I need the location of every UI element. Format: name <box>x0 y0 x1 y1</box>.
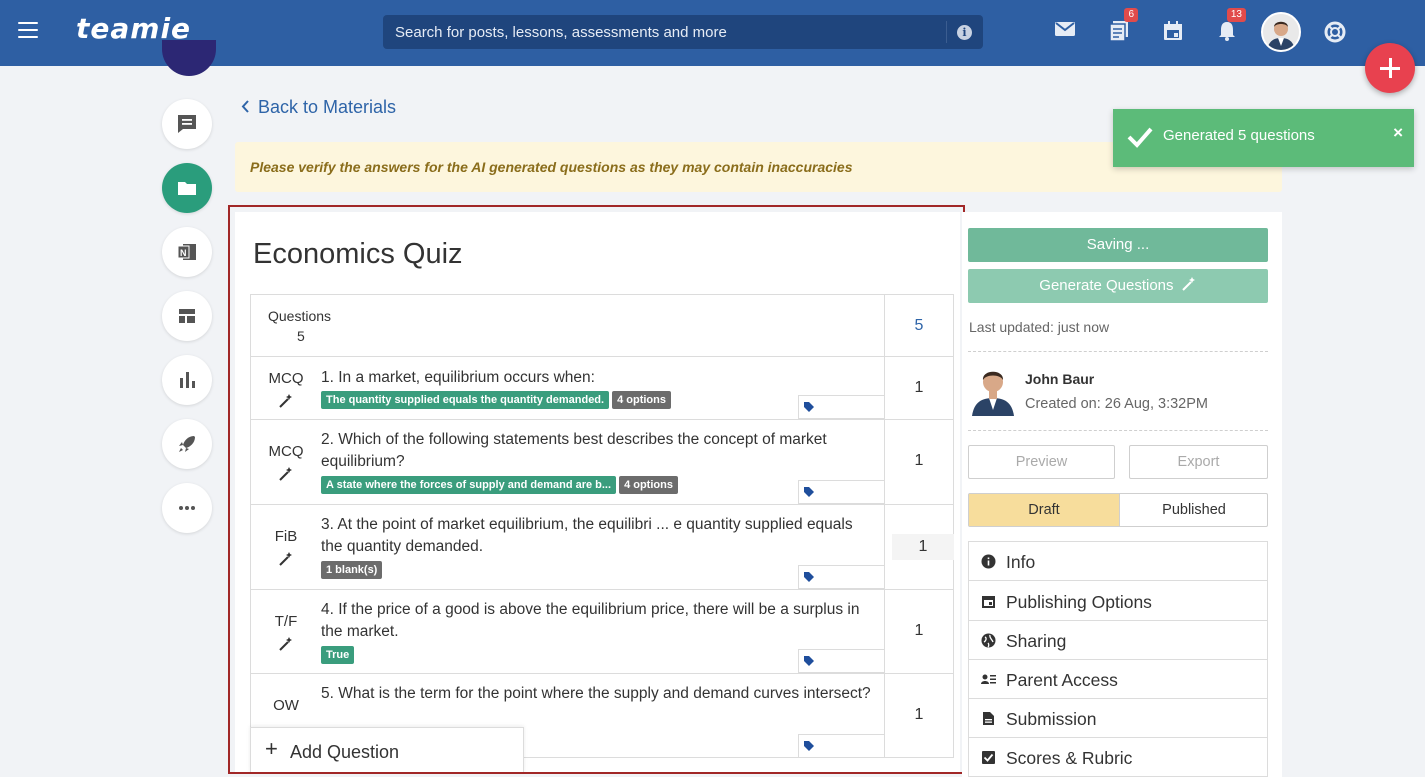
course-avatar[interactable] <box>162 40 216 76</box>
notifications-badge: 13 <box>1226 8 1246 22</box>
menu-item-publishing-options[interactable]: Publishing Options <box>969 582 1267 621</box>
generate-label: Generate Questions <box>1039 277 1174 294</box>
sidebar-item-onenote[interactable]: N <box>162 227 212 277</box>
publish-status-toggle: Draft Published <box>968 493 1268 527</box>
menu-item-submission[interactable]: Submission <box>969 699 1267 738</box>
mail-icon[interactable] <box>1054 20 1076 42</box>
menu-item-sharing[interactable]: Sharing <box>969 621 1267 660</box>
menu-label: Sharing <box>1006 631 1067 651</box>
user-avatar[interactable] <box>1261 12 1301 52</box>
rocket-icon <box>179 436 195 452</box>
divider <box>968 430 1268 431</box>
saving-button[interactable]: Saving ... <box>968 228 1268 262</box>
help-lifebuoy-icon[interactable] <box>1324 21 1346 43</box>
toast-close-icon[interactable]: × <box>1393 123 1403 143</box>
document-icon <box>983 712 994 725</box>
sidebar-item-discussions[interactable] <box>162 99 212 149</box>
check-icon <box>1127 127 1153 148</box>
menu-item-parent-access[interactable]: Parent Access <box>969 660 1267 699</box>
success-toast: Generated 5 questions × <box>1113 109 1414 167</box>
globe-icon <box>981 633 996 648</box>
menu-label: Submission <box>1006 709 1097 729</box>
last-updated: Last updated: just now <box>969 319 1110 335</box>
back-label: Back to Materials <box>258 97 397 117</box>
calendar-icon[interactable] <box>1162 20 1184 42</box>
warning-text: Please verify the answers for the AI gen… <box>250 159 853 175</box>
sidebar-item-launch[interactable] <box>162 419 212 469</box>
menu-item-scores-rubric[interactable]: Scores & Rubric <box>969 738 1267 777</box>
create-plus-button[interactable] <box>1365 43 1415 93</box>
more-dots-icon <box>179 506 195 510</box>
magic-wand-icon <box>1181 277 1195 291</box>
generate-questions-button[interactable]: Generate Questions <box>968 269 1268 303</box>
courses-icon[interactable]: 6 <box>1108 8 1138 42</box>
search-input[interactable]: Search for posts, lessons, assessments a… <box>383 15 983 49</box>
highlight-frame <box>228 205 965 774</box>
sidebar-item-materials[interactable] <box>162 163 212 213</box>
checkbox-icon <box>982 751 995 764</box>
sidebar-item-dashboard[interactable] <box>162 291 212 341</box>
sidebar-item-analytics[interactable] <box>162 355 212 405</box>
onenote-icon: N <box>177 244 196 260</box>
menu-label: Publishing Options <box>1006 592 1152 612</box>
divider <box>968 351 1268 352</box>
author-avatar <box>970 364 1016 416</box>
chevron-left-icon <box>241 97 250 118</box>
bar-chart-icon <box>180 372 195 388</box>
info-icon <box>981 554 996 569</box>
calendar-icon <box>982 596 995 608</box>
menu-icon[interactable] <box>18 22 38 38</box>
author-name[interactable]: John Baur <box>1025 371 1094 387</box>
draft-option[interactable]: Draft <box>969 494 1119 526</box>
chat-icon <box>178 115 196 133</box>
dashboard-icon <box>179 309 195 323</box>
settings-menu: Info Publishing Options Sharing Parent A… <box>968 541 1268 777</box>
sidebar-item-more[interactable] <box>162 483 212 533</box>
preview-button[interactable]: Preview <box>968 445 1115 479</box>
search-divider <box>946 21 947 43</box>
toast-message: Generated 5 questions <box>1163 127 1315 144</box>
created-on: Created on: 26 Aug, 3:32PM <box>1025 396 1208 412</box>
search-placeholder: Search for posts, lessons, assessments a… <box>395 24 727 41</box>
folder-icon <box>178 182 196 195</box>
menu-label: Info <box>1006 552 1036 572</box>
svg-text:N: N <box>180 248 187 258</box>
info-icon[interactable]: i <box>957 25 972 40</box>
menu-label: Scores & Rubric <box>1006 748 1133 768</box>
courses-badge: 6 <box>1124 8 1138 22</box>
published-option[interactable]: Published <box>1119 494 1268 526</box>
export-button[interactable]: Export <box>1129 445 1268 479</box>
menu-label: Parent Access <box>1006 670 1118 690</box>
back-to-materials-link[interactable]: Back to Materials <box>241 97 396 118</box>
menu-item-info[interactable]: Info <box>969 542 1267 581</box>
parent-access-icon <box>981 674 996 684</box>
notification-bell-icon[interactable]: 13 <box>1216 8 1246 42</box>
